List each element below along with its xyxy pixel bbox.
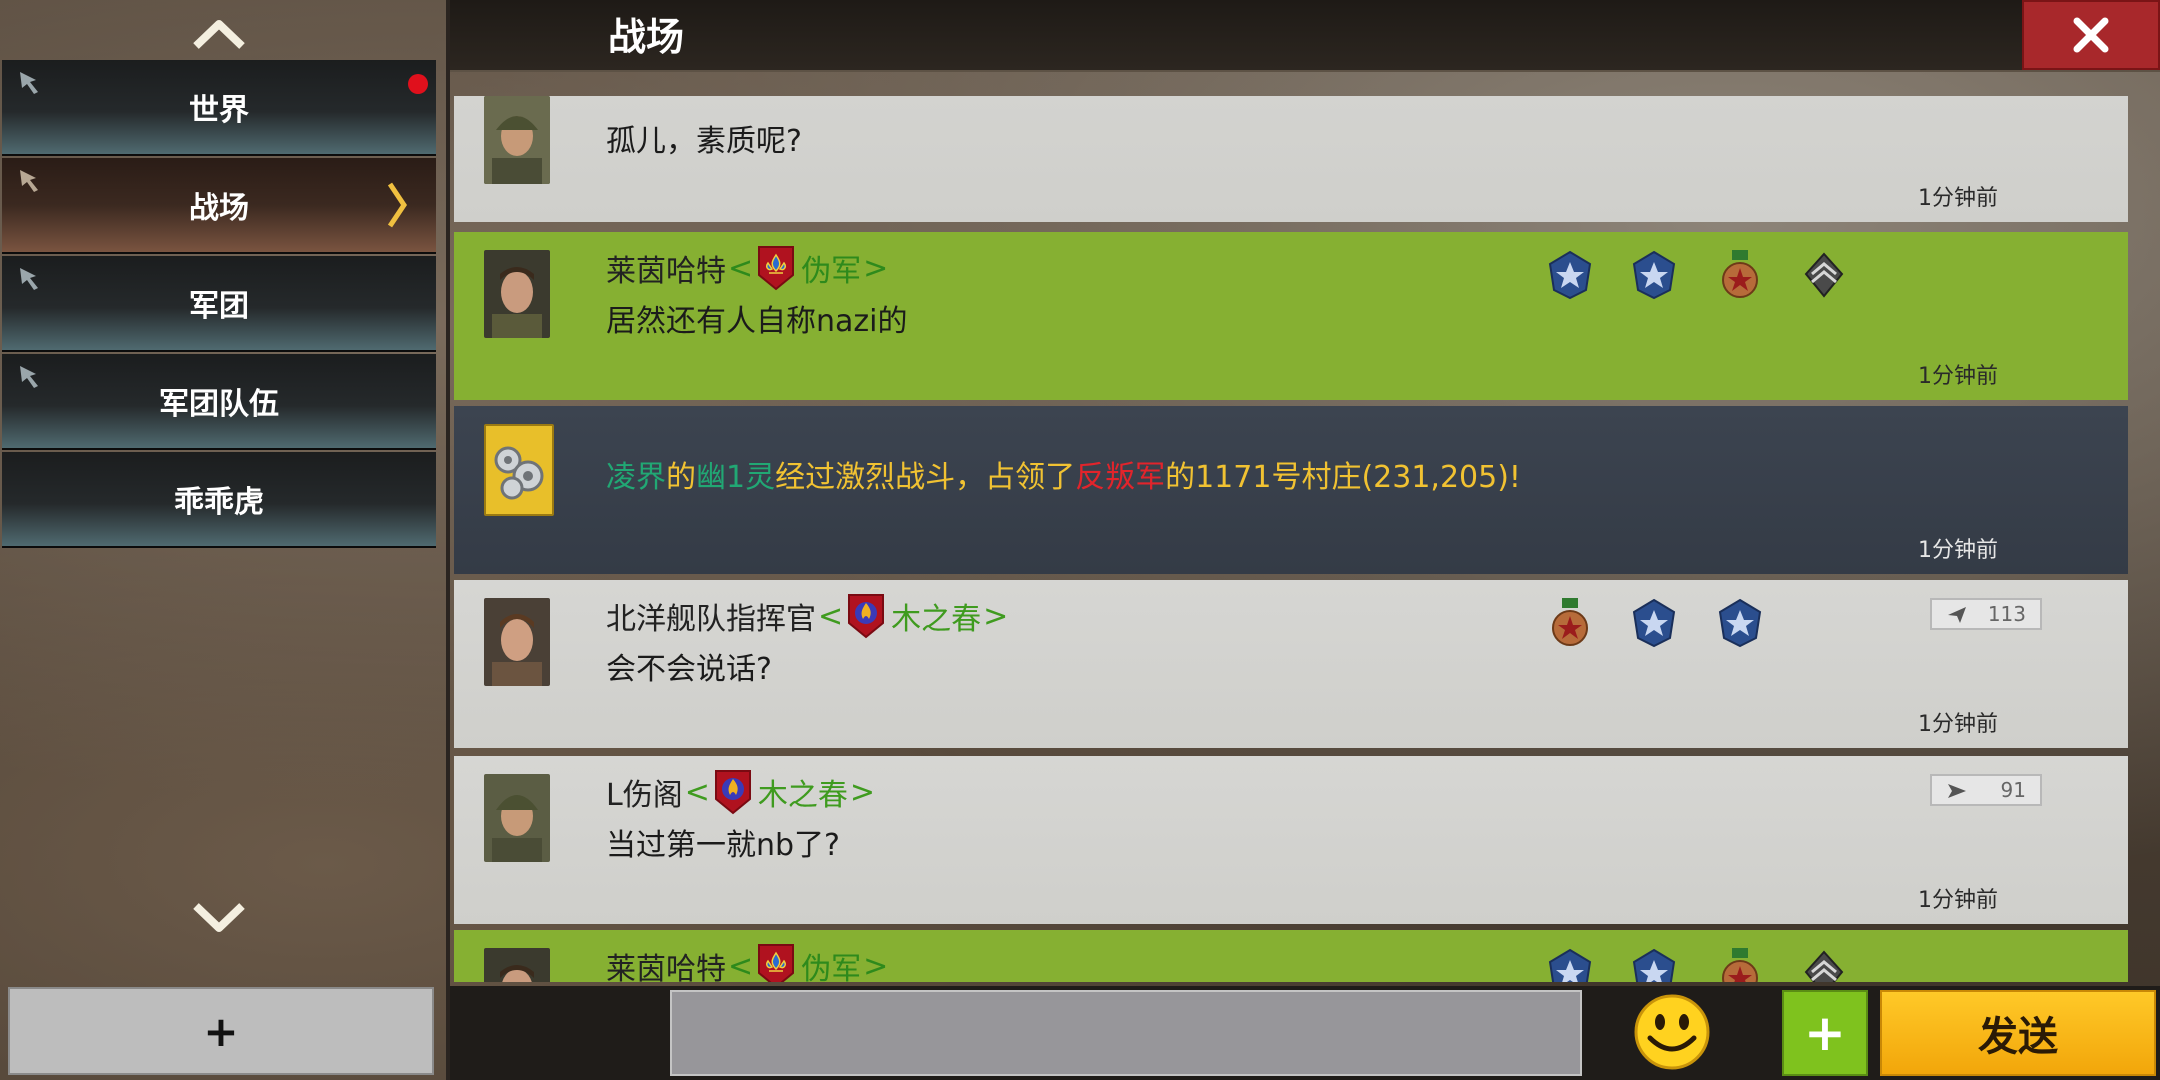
medal-icon (1722, 948, 1758, 982)
guild-bracket: > (983, 598, 1009, 634)
message-time: 1分钟前 (1918, 364, 1998, 389)
enemy-guild-name[interactable]: 反叛军 (1075, 460, 1165, 495)
message-list[interactable]: 孤儿，素质呢? 1分钟前 莱茵哈特 < 伪军 > 居然还有人自称nazi的 1分… (454, 96, 2130, 982)
sidebar-item-label: 世界 (189, 93, 249, 128)
scroll-down-chevron-icon[interactable] (190, 900, 248, 936)
player-name[interactable]: 莱茵哈特 (606, 246, 726, 290)
rank-chevron-icon (1804, 950, 1844, 982)
text-fragment: 的 (666, 460, 696, 495)
channel-sidebar: 世界 战场 军团 军团队伍 乖乖虎 + (0, 0, 446, 1080)
rank-badge: 91 (1930, 774, 2042, 806)
sidebar-item-label: 战场 (189, 191, 249, 226)
player-name[interactable]: L伤阁 (606, 770, 683, 814)
sidebar-item-legion-team[interactable]: 军团队伍 (2, 354, 436, 450)
list-item: 莱茵哈特 < 伪军 > 居然还有人自称nazi的 1分钟前 (454, 232, 2128, 400)
guild-bracket: > (863, 948, 889, 983)
guild-bracket: > (863, 250, 889, 286)
sidebar-item-label: 军团队伍 (159, 387, 279, 422)
panel-divider (446, 0, 450, 1080)
avatar[interactable] (484, 948, 550, 982)
guild-bracket: < (818, 598, 844, 634)
text-fragment: 经过激烈战斗，占领了 (775, 460, 1076, 495)
medal-icon (1552, 598, 1588, 646)
medal-icon (1722, 250, 1758, 298)
close-icon (2073, 17, 2109, 53)
rank-insignia-icon (1632, 598, 1676, 648)
flame-badge-icon (714, 770, 751, 815)
rank-badge: 113 (1930, 598, 2042, 630)
guild-bracket: > (849, 774, 875, 810)
list-item: 凌界的幽1灵经过激烈战斗，占领了反叛军的1171号村庄(231,205)! 1分… (454, 406, 2128, 574)
rank-insignia-icon (1548, 250, 1592, 300)
avatar[interactable] (484, 96, 550, 184)
sidebar-item-private[interactable]: 乖乖虎 (2, 452, 436, 548)
add-channel-button[interactable]: + (8, 987, 434, 1075)
scroll-up-chevron-icon[interactable] (190, 16, 248, 52)
close-button[interactable] (2022, 0, 2160, 70)
player-name[interactable]: 凌界 (606, 460, 666, 495)
list-item: 莱茵哈特 < 伪军 > (454, 930, 2128, 982)
rank-insignia-icon (1548, 948, 1592, 982)
attach-plus-button[interactable]: + (1782, 990, 1868, 1076)
message-header: 北洋舰队指挥官 < 木之春 > (606, 592, 1008, 640)
send-button[interactable]: 发送 (1880, 990, 2156, 1076)
sidebar-item-label: 军团 (189, 289, 249, 324)
fleur-de-lis-badge-icon (758, 944, 795, 982)
rank-insignia-icon (1718, 598, 1762, 648)
page-title: 战场 (608, 15, 685, 59)
guild-name[interactable]: 木之春 (891, 594, 981, 638)
sidebar-item-label: 乖乖虎 (174, 485, 264, 520)
rank-chevron-icon (1804, 252, 1844, 298)
message-time: 1分钟前 (1918, 712, 1998, 737)
message-text: 会不会说话? (606, 652, 772, 687)
message-text: 居然还有人自称nazi的 (606, 304, 908, 339)
guild-name[interactable]: 木之春 (758, 770, 848, 814)
emoji-smiley-icon[interactable] (1632, 994, 1712, 1070)
player-name[interactable]: 莱茵哈特 (606, 944, 726, 982)
plane-icon (1948, 607, 1966, 623)
rank-insignia-icon (1632, 948, 1676, 982)
player-name[interactable]: 北洋舰队指挥官 (606, 594, 816, 638)
message-time: 1分钟前 (1918, 538, 1998, 563)
guild-name[interactable]: 幽1灵 (696, 460, 775, 495)
arrow-right-icon (1948, 784, 1966, 798)
guild-bracket: < (728, 948, 754, 983)
message-text: 当过第一就nb了? (606, 828, 840, 863)
rank-value: 91 (2000, 778, 2026, 802)
message-header: 莱茵哈特 < 伪军 > (606, 244, 888, 292)
avatar[interactable] (484, 774, 550, 862)
list-item: L伤阁 < 木之春 > 当过第一就nb了? 91 1分钟前 (454, 756, 2128, 924)
list-item: 孤儿，素质呢? 1分钟前 (454, 96, 2128, 222)
sidebar-item-world[interactable]: 世界 (2, 60, 436, 156)
message-time: 1分钟前 (1918, 186, 1998, 211)
sidebar-item-battlefield[interactable]: 战场 (2, 158, 436, 254)
list-item: 北洋舰队指挥官 < 木之春 > 会不会说话? 113 1分钟前 (454, 580, 2128, 748)
sidebar-item-legion[interactable]: 军团 (2, 256, 436, 352)
header-bar (450, 0, 2160, 72)
system-message-text: 凌界的幽1灵经过激烈战斗，占领了反叛军的1171号村庄(231,205)! (606, 452, 1521, 496)
message-time: 1分钟前 (1918, 888, 1998, 913)
rank-insignia-icon (1632, 250, 1676, 300)
rank-value: 113 (1987, 602, 2026, 626)
message-header: 莱茵哈特 < 伪军 > (606, 942, 888, 982)
guild-name[interactable]: 伪军 (801, 246, 861, 290)
flame-badge-icon (848, 594, 885, 639)
village-coordinates-link[interactable]: 的1171号村庄(231,205)! (1165, 460, 1521, 495)
guild-bracket: < (684, 774, 710, 810)
message-input[interactable] (670, 990, 1582, 1076)
unread-dot (408, 74, 428, 94)
message-header: L伤阁 < 木之春 > (606, 768, 875, 816)
avatar[interactable] (484, 250, 550, 338)
guild-name[interactable]: 伪军 (801, 944, 861, 982)
guild-bracket: < (728, 250, 754, 286)
system-gear-icon (484, 424, 554, 516)
message-text: 孤儿，素质呢? (606, 124, 802, 159)
chevron-right-icon (387, 182, 408, 228)
avatar[interactable] (484, 598, 550, 686)
fleur-de-lis-badge-icon (758, 246, 795, 291)
